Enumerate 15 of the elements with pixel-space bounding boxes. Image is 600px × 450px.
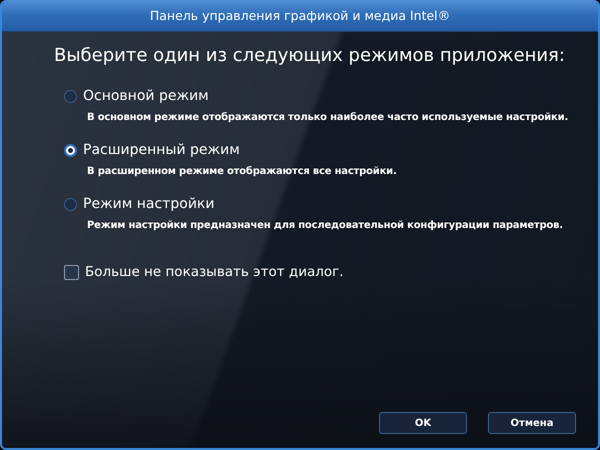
cancel-button[interactable]: Отмена [488, 412, 576, 434]
mode-description: Режим настройки предназначен для последовательной конфигурации параметров. [87, 220, 564, 231]
mode-radio-option[interactable]: Основной режим [64, 88, 209, 104]
radio-button[interactable] [64, 90, 77, 102]
dialog-heading: Выберите один из следующих режимов приложения: [54, 44, 566, 68]
mode-description: В расширенном режиме отображаются все настройки. [87, 166, 398, 177]
radio-button[interactable] [64, 198, 77, 210]
radio-button[interactable] [64, 144, 77, 156]
mode-description: В основном режиме отображаются только наиболее часто используемые настройки. [87, 112, 570, 123]
mode-radio-option[interactable]: Расширенный режим [64, 142, 240, 158]
window-title: Панель управления графикой и медиа Intel® [150, 8, 450, 23]
ok-button[interactable]: OK [379, 412, 467, 434]
checkbox[interactable] [64, 264, 79, 280]
dont-show-checkbox-option[interactable]: Больше не показывать этот диалог. [64, 264, 344, 280]
mode-radio-option[interactable]: Режим настройки [64, 196, 214, 212]
